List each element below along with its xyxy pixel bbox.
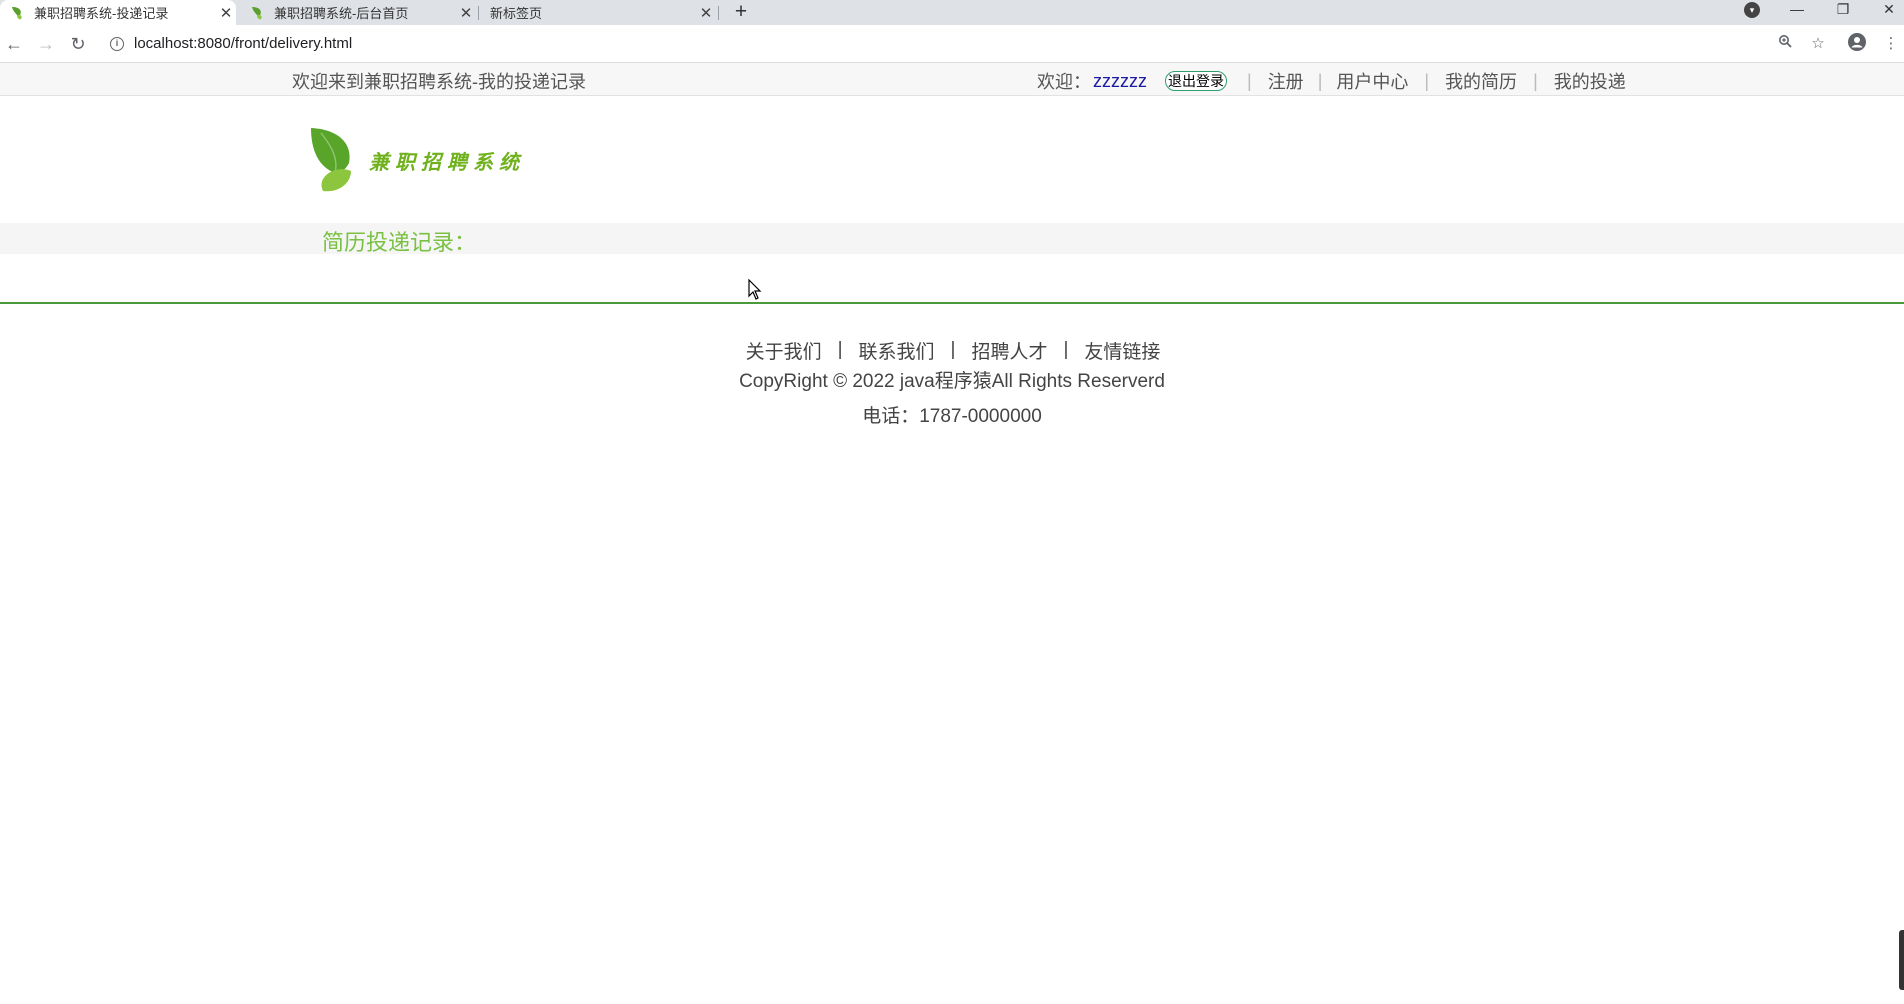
close-window-button[interactable]: ✕ [1866,0,1904,20]
logo-brand-text: 兼职招聘系统 [369,149,525,174]
contact-us-link[interactable]: 联系我们 [859,337,935,364]
leaf-logo-icon [311,128,351,192]
browser-menu-icon[interactable]: ⋮ [1880,33,1902,55]
footer-divider: | [1063,339,1069,360]
nav-divider: | [1533,70,1538,91]
nav-divider: | [1247,70,1252,91]
address-bar[interactable]: i localhost:8080/front/delivery.html [100,30,1780,58]
username-link[interactable]: zzzzzz [1093,71,1147,92]
user-nav: 欢迎： zzzzzz 退出登录 | 注册 | 用户中心 | 我的简历 | 我的投… [1037,68,1626,94]
scrollbar[interactable] [1899,930,1904,990]
zoom-icon[interactable] [1774,33,1796,55]
phone-text: 电话：1787-0000000 [862,406,1042,427]
profile-avatar-icon[interactable] [1846,33,1868,55]
my-resume-link[interactable]: 我的简历 [1445,68,1517,94]
url-text[interactable]: localhost:8080/front/delivery.html [134,35,352,52]
welcome-label: 欢迎： [1037,72,1091,92]
my-delivery-link[interactable]: 我的投递 [1554,68,1626,94]
copyright-text: CopyRight © 2022 java程序猿All Rights Reser… [739,371,1165,392]
restore-button[interactable]: ❐ [1820,0,1866,20]
nav-divider: | [1317,70,1323,91]
reload-icon[interactable]: ↻ [66,33,90,57]
tab-title: 新标签页 [490,6,543,21]
footer-divider: | [950,339,956,360]
site-footer: 关于我们 | 联系我们 | 招聘人才 | 友情链接 CopyRight © 20… [0,336,1904,434]
leaf-favicon-icon [12,6,22,19]
section-title: 简历投递记录： [322,230,477,255]
back-arrow-icon[interactable]: ← [2,33,26,57]
new-tab-button[interactable]: + [729,0,753,25]
mouse-cursor-icon [748,279,762,300]
browser-toolbar: ← → ↻ i localhost:8080/front/delivery.ht… [0,25,1904,63]
tab-title: 兼职招聘系统-后台首页 [274,6,409,21]
logout-button[interactable]: 退出登录 [1165,71,1227,91]
tab-delivery-records[interactable]: 兼职招聘系统-投递记录 ✕ [0,0,236,25]
tab-title: 兼职招聘系统-投递记录 [34,6,169,21]
friend-links-link[interactable]: 友情链接 [1084,337,1160,364]
close-tab-icon[interactable]: ✕ [216,4,236,22]
close-tab-icon[interactable]: ✕ [696,4,716,22]
bookmark-star-icon[interactable]: ☆ [1807,33,1829,55]
site-info-icon[interactable]: i [110,37,124,51]
site-logo[interactable]: 兼职招聘系统 [309,127,525,193]
about-us-link[interactable]: 关于我们 [746,337,822,364]
close-tab-icon[interactable]: ✕ [456,4,476,22]
section-header: 简历投递记录： [0,223,1904,255]
site-welcome-title: 欢迎来到兼职招聘系统-我的投递记录 [292,72,586,92]
recruit-talent-link[interactable]: 招聘人才 [971,337,1047,364]
nav-divider: | [1424,70,1430,91]
minimize-button[interactable]: — [1774,0,1820,20]
tab-admin-home[interactable]: 兼职招聘系统-后台首页 ✕ [240,0,476,25]
user-center-link[interactable]: 用户中心 [1336,68,1408,94]
tab-new-tab[interactable]: 新标签页 ✕ [480,0,716,25]
footer-links: 关于我们 | 联系我们 | 招聘人才 | 友情链接 [1,336,1904,364]
forward-arrow-icon[interactable]: → [34,33,58,57]
tab-divider [718,6,719,20]
leaf-favicon-icon [252,6,262,19]
tab-divider [478,6,479,20]
tab-search-icon[interactable]: ▾ [1744,2,1760,18]
register-link[interactable]: 注册 [1268,68,1304,94]
divider-line [0,302,1904,304]
site-topbar: 欢迎来到兼职招聘系统-我的投递记录 欢迎： zzzzzz 退出登录 | 注册 |… [0,63,1904,96]
footer-divider: | [837,339,843,360]
browser-tabstrip: 兼职招聘系统-投递记录 ✕ 兼职招聘系统-后台首页 ✕ 新标签页 ✕ + ▾ —… [0,0,1904,25]
